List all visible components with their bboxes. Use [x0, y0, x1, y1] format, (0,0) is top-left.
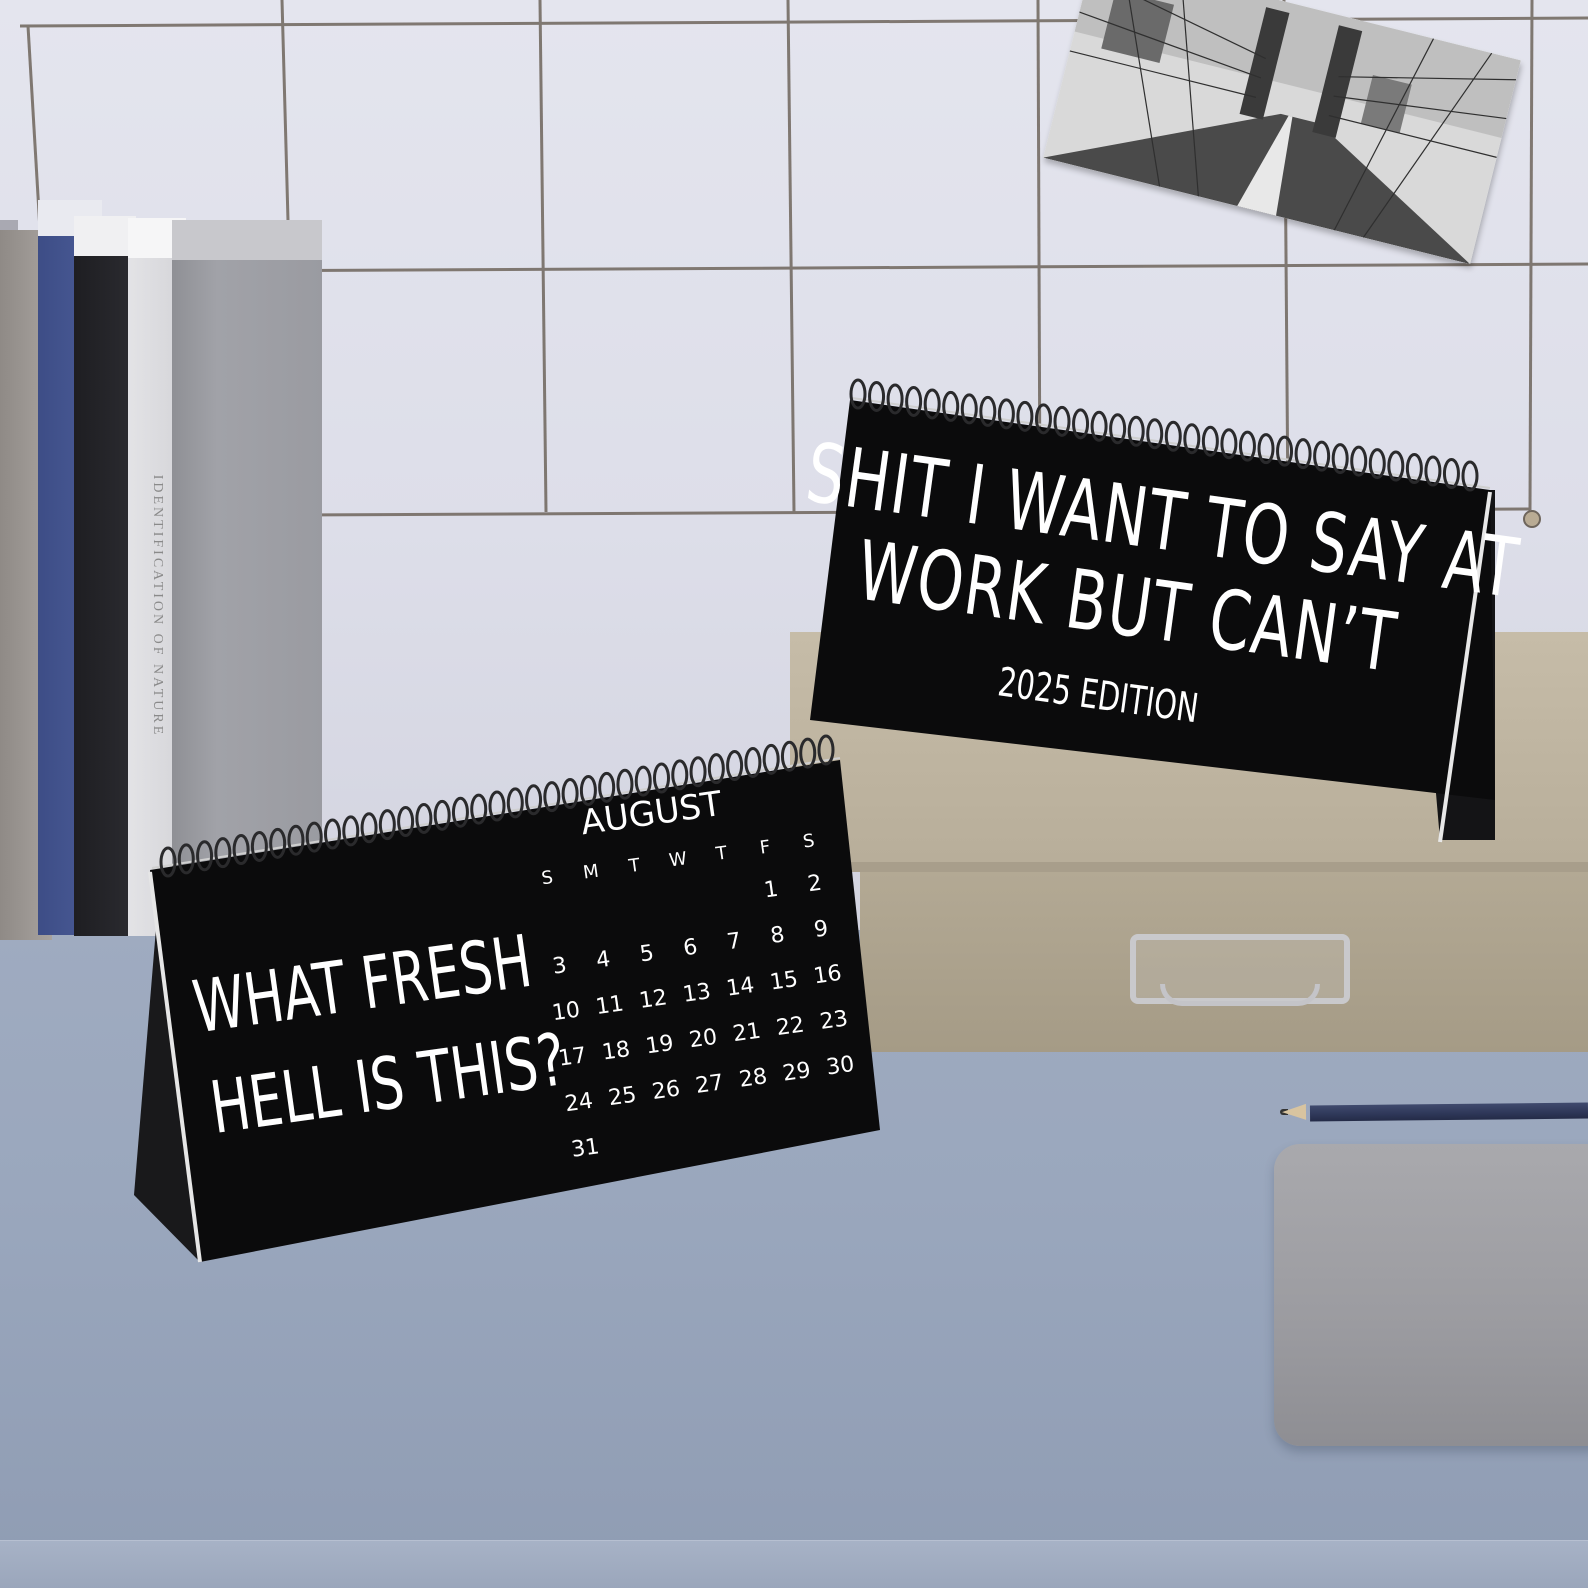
- calendar-day: 11: [594, 991, 625, 1020]
- calendar-day: 17: [557, 1043, 588, 1072]
- calendar-day: 15: [768, 967, 799, 996]
- pencil-tip: [1281, 1103, 1307, 1121]
- calendar-day: 22: [775, 1012, 806, 1041]
- spiral-ring: [598, 771, 616, 803]
- calendar-day: 26: [650, 1076, 681, 1105]
- calendar-day: 10: [551, 998, 582, 1027]
- weekday-header: W: [668, 848, 689, 871]
- calendar-day: 31: [570, 1134, 601, 1163]
- calendar-day: 28: [738, 1064, 769, 1093]
- spiral-ring: [616, 768, 634, 800]
- spiral-ring: [634, 765, 652, 797]
- tablet-device: [1274, 1144, 1588, 1446]
- pencil: [1309, 1102, 1588, 1122]
- calendar-day: 20: [688, 1025, 719, 1054]
- calendar-day: 14: [725, 973, 756, 1002]
- calendar-day: 24: [563, 1089, 594, 1118]
- calendar-day: 13: [681, 979, 712, 1008]
- calendar-day: 12: [638, 985, 669, 1014]
- calendar-day: 29: [781, 1058, 812, 1087]
- weekday-header: M: [582, 861, 600, 884]
- spiral-ring: [653, 762, 670, 794]
- calendar-day: 23: [818, 1006, 849, 1035]
- calendar-day: 30: [825, 1052, 856, 1081]
- calendar-day: 27: [694, 1070, 725, 1099]
- calendar-day: 21: [731, 1019, 762, 1048]
- calendar-day: 25: [607, 1083, 638, 1112]
- calendar-day: 18: [600, 1037, 631, 1066]
- desk-scene-photo: IDENTIFICATION OF NATURE SHIT I WANT TO …: [0, 0, 1588, 1588]
- calendar-day: 16: [812, 961, 843, 990]
- calendar-day: 19: [644, 1031, 675, 1060]
- spiral-ring: [671, 759, 689, 791]
